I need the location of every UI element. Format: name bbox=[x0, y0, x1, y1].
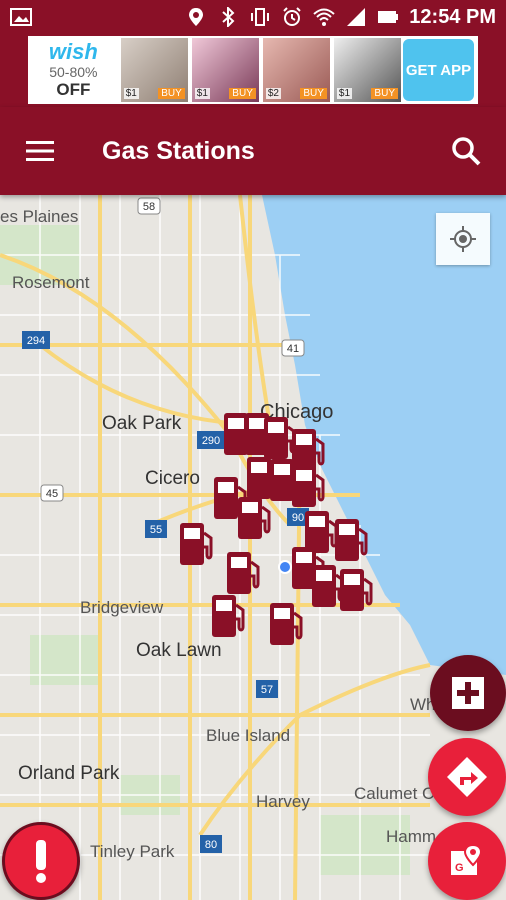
ad-banner[interactable]: wish 50-80% OFF $1 BUY $1 BUY $2 BUY $1 … bbox=[0, 34, 506, 107]
menu-button[interactable] bbox=[0, 107, 80, 195]
ad-product[interactable]: $1 BUY bbox=[191, 38, 259, 102]
wifi-icon bbox=[313, 8, 335, 26]
ad-product-price: $1 bbox=[194, 88, 210, 99]
location-icon bbox=[189, 8, 204, 26]
highway-shield: 58 bbox=[137, 197, 161, 215]
ad-buy-button[interactable]: BUY bbox=[371, 88, 398, 99]
ad-discount: 50-80% bbox=[49, 64, 98, 80]
gas-pump-icon[interactable] bbox=[333, 517, 373, 563]
gas-pump-icon[interactable] bbox=[236, 495, 276, 541]
gas-pump-icon[interactable] bbox=[268, 601, 308, 647]
map-label: es Plaines bbox=[0, 207, 79, 226]
svg-text:58: 58 bbox=[143, 201, 155, 213]
highway-shield: 294 bbox=[22, 331, 50, 349]
map-view-button[interactable]: G bbox=[428, 822, 506, 900]
ad-get-app-button[interactable]: GET APP bbox=[402, 39, 474, 101]
report-alert-button[interactable] bbox=[2, 822, 80, 900]
app-bar: Gas Stations bbox=[0, 107, 506, 195]
map-label: Harvey bbox=[256, 792, 310, 811]
map-view[interactable]: 58 294 41 290 45 55 90 57 80 es Plaines … bbox=[0, 195, 506, 900]
gas-pump-icon[interactable] bbox=[178, 521, 218, 567]
highway-shield: 80 bbox=[200, 835, 222, 853]
svg-text:G: G bbox=[455, 862, 464, 874]
map-label: Orland Park bbox=[18, 763, 120, 784]
ad-product[interactable]: $1 BUY bbox=[333, 38, 401, 102]
gas-pump-icon[interactable] bbox=[210, 593, 250, 639]
battery-icon bbox=[378, 11, 399, 23]
map-label: Rosemont bbox=[12, 273, 90, 292]
svg-text:45: 45 bbox=[46, 488, 58, 500]
ad-product[interactable]: $1 BUY bbox=[120, 38, 188, 102]
ad-product-price: $1 bbox=[336, 88, 353, 99]
directions-icon bbox=[447, 757, 487, 797]
svg-text:80: 80 bbox=[205, 839, 217, 851]
map-label: Blue Island bbox=[206, 726, 291, 745]
svg-text:294: 294 bbox=[27, 335, 45, 347]
ad-brand-logo: wish bbox=[48, 39, 98, 64]
current-location-dot bbox=[278, 560, 292, 574]
alert-icon bbox=[36, 840, 46, 883]
clock: 12:54 PM bbox=[409, 5, 496, 28]
svg-text:41: 41 bbox=[287, 343, 299, 355]
gas-pump-icon[interactable] bbox=[225, 550, 265, 596]
alarm-icon bbox=[283, 7, 301, 26]
ad-content[interactable]: wish 50-80% OFF $1 BUY $1 BUY $2 BUY $1 … bbox=[28, 36, 478, 104]
map-label: Bridgeview bbox=[80, 598, 164, 617]
search-icon bbox=[452, 137, 481, 166]
signal-icon bbox=[347, 8, 366, 26]
svg-text:290: 290 bbox=[202, 435, 220, 447]
map-label: Cicero bbox=[145, 468, 200, 489]
add-station-button[interactable] bbox=[430, 655, 506, 731]
gas-pump-icon[interactable] bbox=[338, 567, 378, 613]
ad-product[interactable]: $2 BUY bbox=[262, 38, 330, 102]
ad-product-price: $2 bbox=[265, 88, 281, 99]
ad-buy-button[interactable]: BUY bbox=[300, 88, 327, 99]
ad-brand-block[interactable]: wish 50-80% OFF bbox=[28, 36, 119, 104]
map-label: Oak Lawn bbox=[136, 640, 222, 661]
highway-shield: 57 bbox=[256, 680, 278, 698]
highway-shield: 55 bbox=[145, 520, 167, 538]
ad-buy-button[interactable]: BUY bbox=[229, 88, 256, 99]
image-notification-icon bbox=[10, 8, 32, 26]
bluetooth-icon bbox=[222, 7, 235, 27]
status-bar: 12:54 PM bbox=[0, 0, 506, 34]
map-pin-icon: G bbox=[451, 843, 483, 875]
my-location-button[interactable] bbox=[436, 213, 490, 265]
map-label: Oak Park bbox=[102, 413, 182, 434]
my-location-icon bbox=[450, 226, 476, 252]
highway-shield: 290 bbox=[197, 431, 225, 449]
plus-icon bbox=[452, 677, 484, 709]
map-label: Calumet C bbox=[354, 784, 435, 803]
svg-text:57: 57 bbox=[261, 684, 273, 696]
map-label: Hamm bbox=[386, 827, 437, 846]
highway-shield: 45 bbox=[40, 484, 64, 502]
ad-product-price: $1 bbox=[123, 88, 139, 99]
ad-off-label: OFF bbox=[56, 80, 91, 99]
map-label: Tinley Park bbox=[90, 842, 175, 861]
page-title: Gas Stations bbox=[102, 136, 255, 165]
gas-pump-icon[interactable] bbox=[290, 463, 330, 509]
menu-icon bbox=[26, 141, 54, 161]
svg-text:55: 55 bbox=[150, 524, 162, 536]
vibrate-icon bbox=[251, 8, 270, 26]
highway-shield: 41 bbox=[281, 339, 305, 357]
ad-buy-button[interactable]: BUY bbox=[158, 88, 185, 99]
search-button[interactable] bbox=[426, 107, 506, 195]
directions-button[interactable] bbox=[428, 738, 506, 816]
